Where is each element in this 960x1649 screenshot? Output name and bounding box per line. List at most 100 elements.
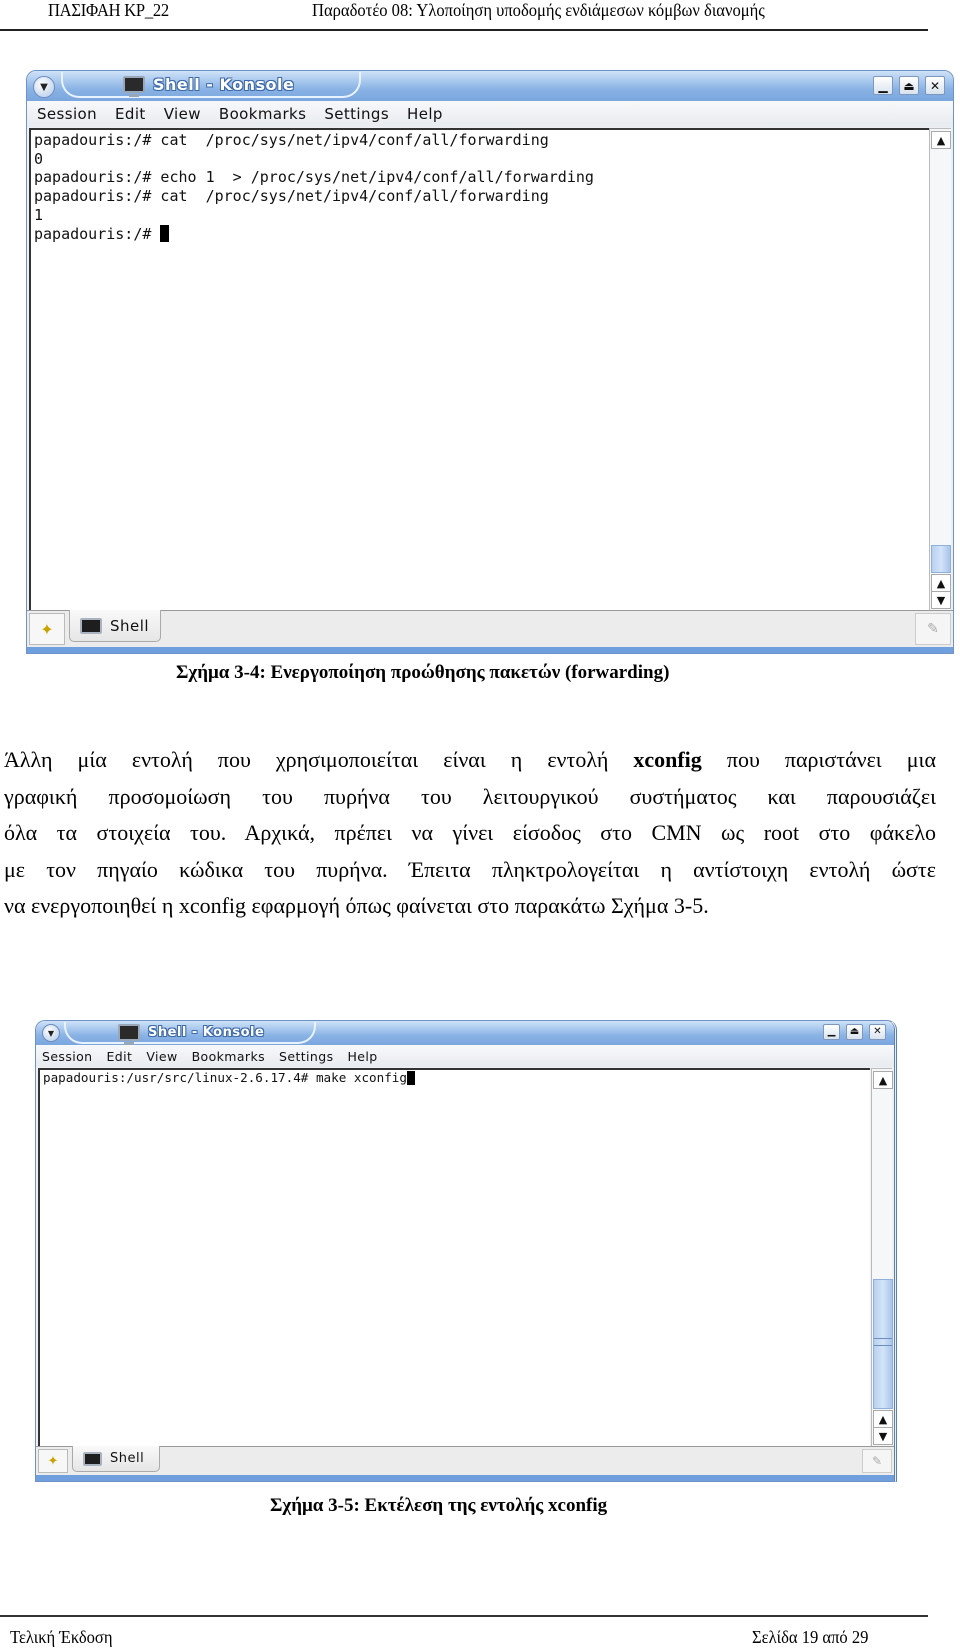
new-session-icon: ✦ (40, 619, 54, 639)
menu-settings[interactable]: Settings (324, 105, 389, 123)
arrow-up-icon: ▲ (936, 576, 946, 590)
session-tabbar: ✦ Shell ✎ (27, 610, 953, 647)
terminal-icon (118, 1023, 140, 1045)
chevron-down-icon[interactable]: ▼ (42, 1024, 60, 1042)
minimize-button[interactable]: ▁ (873, 76, 893, 95)
header-project: ΠΑΣΙΦΑΗ ΚΡ_22 (48, 0, 169, 20)
window-titlebar[interactable]: ▼ Shell - Konsole ▁ ⏏ ✕ (36, 1021, 894, 1045)
scroll-up-button[interactable]: ▲ (873, 1071, 893, 1089)
terminal-output[interactable]: papadouris:/# cat /proc/sys/net/ipv4/con… (29, 128, 929, 611)
terminal-line: 0 (34, 149, 44, 168)
close-icon: ✕ (873, 1026, 882, 1037)
konsole-window-xconfig: ▼ Shell - Konsole ▁ ⏏ ✕ Session Edit Vie… (35, 1020, 897, 1482)
minimize-button[interactable]: ▁ (823, 1024, 840, 1040)
terminal-icon (80, 617, 102, 634)
close-button[interactable]: ✕ (925, 76, 945, 95)
scroll-up-button-bottom[interactable]: ▲ (873, 1410, 893, 1428)
maximize-button[interactable]: ⏏ (899, 76, 919, 95)
close-session-icon: ✎ (871, 1454, 883, 1468)
paragraph-line: με τον πηγαίο κώδικα του πυρήνα. Έπειτα … (4, 856, 936, 882)
tab-shell[interactable]: Shell (72, 1446, 160, 1472)
maximize-icon: ⏏ (849, 1026, 860, 1037)
text-run: που παριστάνει μια (701, 747, 936, 772)
text-run: Άλλη μία εντολή που χρησιμοποιείται είνα… (4, 747, 634, 772)
arrow-up-icon: ▲ (878, 1073, 888, 1087)
page-footer: Τελική Έκδοση Σελίδα 19 από 29 (0, 1612, 960, 1649)
maximize-button[interactable]: ⏏ (846, 1024, 863, 1040)
close-button[interactable]: ✕ (869, 1024, 886, 1040)
menu-bookmarks[interactable]: Bookmarks (192, 1049, 265, 1064)
session-tabbar: ✦ Shell ✎ (36, 1446, 894, 1475)
window-title-area: Shell - Konsole (64, 1022, 316, 1045)
terminal-prompt: papadouris:/usr/src/linux-2.6.17.4# make… (43, 1070, 407, 1085)
new-session-button[interactable]: ✦ (38, 1449, 68, 1473)
scroll-thumb[interactable] (873, 1279, 893, 1409)
terminal-icon (123, 75, 145, 97)
minimize-icon: ▁ (878, 78, 888, 93)
arrow-up-icon: ▲ (936, 133, 946, 147)
text-cursor (406, 1071, 415, 1085)
vertical-scrollbar[interactable]: ▲ ▲ ▼ (929, 128, 951, 611)
body-paragraph: Άλλη μία εντολή που χρησιμοποιείται είνα… (4, 742, 936, 925)
new-session-icon: ✦ (47, 1453, 59, 1469)
menu-view[interactable]: View (164, 105, 201, 123)
window-title-area: Shell - Konsole (61, 72, 361, 98)
menu-help[interactable]: Help (348, 1049, 378, 1064)
window-title: Shell - Konsole (148, 1024, 265, 1040)
menu-bookmarks[interactable]: Bookmarks (219, 105, 306, 123)
terminal-icon (83, 1451, 102, 1466)
menu-session[interactable]: Session (37, 105, 97, 123)
footer-divider (0, 1615, 928, 1617)
menu-view[interactable]: View (146, 1049, 177, 1064)
arrow-down-icon: ▼ (936, 593, 946, 607)
scroll-thumb-grip (874, 1337, 892, 1346)
scroll-up-button-bottom[interactable]: ▲ (931, 574, 951, 592)
text-cursor (160, 224, 170, 242)
tab-label: Shell (110, 616, 150, 635)
paragraph-line: γραφική προσομοίωση του πυρήνα του λειτο… (4, 783, 936, 809)
figure-caption-3-4: Σχήμα 3-4: Ενεργοποίηση προώθησης πακετώ… (176, 662, 670, 683)
menu-session[interactable]: Session (42, 1049, 93, 1064)
header-divider (0, 29, 928, 31)
scroll-down-button[interactable]: ▼ (931, 591, 951, 609)
vertical-scrollbar[interactable]: ▲ ▲ ▼ (871, 1068, 893, 1447)
terminal-line: 1 (34, 205, 44, 224)
close-session-icon: ✎ (927, 621, 939, 637)
terminal-output[interactable]: papadouris:/usr/src/linux-2.6.17.4# make… (38, 1068, 870, 1447)
scroll-thumb[interactable] (931, 545, 951, 573)
chevron-down-icon[interactable]: ▼ (33, 76, 55, 98)
window-bottom-edge (27, 647, 953, 653)
page-header: ΠΑΣΙΦΑΗ ΚΡ_22 Παραδοτέο 08: Υλοποίηση υπ… (0, 0, 960, 31)
tab-label: Shell (110, 1451, 145, 1466)
arrow-up-icon: ▲ (878, 1412, 888, 1426)
header-deliverable: Παραδοτέο 08: Υλοποίηση υποδομής ενδιάμε… (312, 0, 765, 20)
terminal-prompt: papadouris:/# (34, 224, 161, 243)
tab-shell[interactable]: Shell (69, 610, 161, 642)
paragraph-line: όλα τα στοιχεία του. Αρχικά, πρέπει να γ… (4, 820, 936, 845)
menu-help[interactable]: Help (407, 105, 443, 123)
menu-edit[interactable]: Edit (107, 1049, 133, 1064)
new-session-button[interactable]: ✦ (29, 613, 65, 645)
command-name: xconfig (633, 747, 702, 772)
window-titlebar[interactable]: ▼ Shell - Konsole ▁ ⏏ ✕ (27, 71, 953, 101)
scroll-up-button[interactable]: ▲ (931, 131, 951, 149)
terminal-line: papadouris:/# cat /proc/sys/net/ipv4/con… (34, 187, 549, 206)
minimize-icon: ▁ (827, 1026, 836, 1037)
scroll-down-button[interactable]: ▼ (873, 1427, 893, 1445)
terminal-prompt-line: papadouris:/# (31, 224, 929, 244)
paragraph-line: Άλλη μία εντολή που χρησιμοποιείται είνα… (4, 742, 936, 779)
menubar: Session Edit View Bookmarks Settings Hel… (36, 1045, 894, 1067)
close-session-button[interactable]: ✎ (915, 613, 951, 645)
maximize-icon: ⏏ (903, 78, 915, 93)
window-bottom-edge (36, 1475, 894, 1481)
paragraph-line: να ενεργοποιηθεί η xconfig εφαρμογή όπως… (4, 893, 709, 918)
menu-settings[interactable]: Settings (279, 1049, 333, 1064)
menu-edit[interactable]: Edit (115, 105, 146, 123)
terminal-line: papadouris:/# cat /proc/sys/net/ipv4/con… (34, 131, 549, 149)
footer-version: Τελική Έκδοση (10, 1627, 113, 1647)
konsole-window-forwarding: ▼ Shell - Konsole ▁ ⏏ ✕ Session Edit Vie… (26, 70, 954, 654)
terminal-prompt-line: papadouris:/usr/src/linux-2.6.17.4# make… (40, 1070, 870, 1086)
menubar: Session Edit View Bookmarks Settings Hel… (27, 101, 953, 127)
terminal-line: papadouris:/# echo 1 > /proc/sys/net/ipv… (34, 168, 594, 187)
close-session-button[interactable]: ✎ (862, 1449, 892, 1473)
